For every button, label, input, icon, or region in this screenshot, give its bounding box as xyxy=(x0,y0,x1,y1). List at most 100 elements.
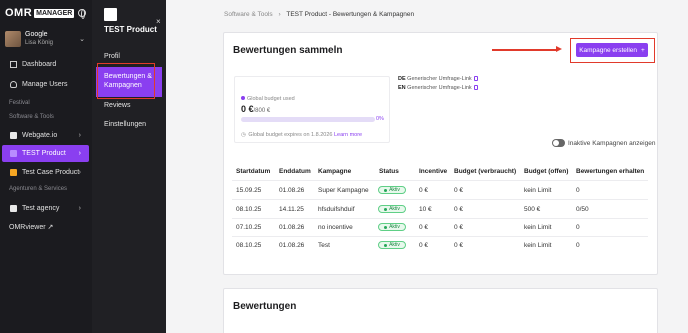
section-title: Bewertungen xyxy=(233,301,297,312)
col-header: Status xyxy=(379,168,399,175)
chevron-right-icon: › xyxy=(78,169,81,176)
external-link-icon: ↗ xyxy=(47,224,54,231)
cell-campaign[interactable]: Super Kampagne xyxy=(318,187,369,194)
breadcrumb-parent[interactable]: Software & Tools xyxy=(224,11,273,18)
cell-end: 01.08.26 xyxy=(279,224,305,231)
product-logo xyxy=(104,8,117,21)
col-header: Enddatum xyxy=(279,168,311,175)
breadcrumb-current: TEST Product - Bewertungen & Kampagnen xyxy=(286,11,415,18)
learn-more-link[interactable]: Learn more xyxy=(334,132,362,138)
divider xyxy=(232,218,648,219)
divider xyxy=(232,180,648,181)
status-badge: Aktiv xyxy=(378,223,406,231)
chevron-down-icon: ⌄ xyxy=(79,36,85,43)
status-badge: Aktiv xyxy=(378,241,406,249)
cell-budget-used: 0 € xyxy=(454,224,464,231)
cell-end: 14.11.25 xyxy=(279,206,304,213)
sidebar-item-dashboard[interactable]: Dashboard xyxy=(2,56,89,73)
product-logo-icon xyxy=(10,150,17,157)
cell-incentive: 0 € xyxy=(419,224,429,231)
cell-budget-used: 0 € xyxy=(454,206,464,213)
col-header: Kampagne xyxy=(318,168,352,175)
users-icon xyxy=(10,81,17,88)
tab-einstellungen[interactable]: Einstellungen xyxy=(104,121,146,128)
plus-icon: + xyxy=(641,46,645,54)
cell-end: 01.08.26 xyxy=(279,187,305,194)
status-badge: Aktiv xyxy=(378,186,406,194)
sidebar-item-label: TEST Product xyxy=(22,150,66,157)
budget-box: Global budget used 0 €/800 € 0% ◷ Global… xyxy=(234,76,390,143)
avatar xyxy=(5,31,21,47)
cell-reviews: 0 xyxy=(576,224,580,231)
col-header: Bewertungen erhalten xyxy=(576,168,645,175)
section-festival[interactable]: Festival xyxy=(9,100,30,106)
sidebar-item-label: Test Case Product xyxy=(22,169,80,176)
annotation-arrow xyxy=(492,49,558,51)
section-title: Bewertungen sammeln xyxy=(233,45,343,56)
sidebar-item-label: Manage Users xyxy=(22,81,68,88)
budget-amount: 0 €/800 € xyxy=(241,104,271,114)
user-org: Google xyxy=(25,31,48,38)
chevron-right-icon: › xyxy=(78,205,81,212)
clock-icon: ◷ xyxy=(241,132,246,138)
cell-budget-used: 0 € xyxy=(454,242,464,249)
sidebar-item-test-product[interactable]: TEST Product › xyxy=(2,145,89,162)
tab-reviews[interactable]: Reviews xyxy=(104,102,130,109)
chevron-right-icon: › xyxy=(78,132,81,139)
globe-icon[interactable] xyxy=(78,9,86,19)
agency-logo-icon xyxy=(10,205,17,212)
cell-reviews: 0 xyxy=(576,187,580,194)
cell-incentive: 10 € xyxy=(419,206,432,213)
sidebar-item-webgate[interactable]: Webgate.io › xyxy=(2,127,89,144)
collect-reviews-card: Bewertungen sammeln xyxy=(223,32,658,275)
cell-start: 07.10.25 xyxy=(236,224,262,231)
sidebar-item-manage-users[interactable]: Manage Users xyxy=(2,76,89,93)
create-campaign-button[interactable]: Kampagne erstellen + xyxy=(576,43,648,57)
cell-incentive: 0 € xyxy=(419,242,429,249)
cell-reviews: 0 xyxy=(576,242,580,249)
survey-link-de[interactable]: DE Generischer Umfrage-Link xyxy=(398,76,479,82)
cell-reviews: 0/50 xyxy=(576,206,589,213)
divider xyxy=(232,236,648,237)
product-logo-icon xyxy=(10,132,17,139)
cell-campaign[interactable]: Test xyxy=(318,242,330,249)
section-agencies[interactable]: Agenturen & Services xyxy=(9,186,67,192)
budget-percent: 0% xyxy=(376,116,384,122)
cell-budget-used: 0 € xyxy=(454,187,464,194)
product-logo-icon xyxy=(10,169,17,176)
col-header: Incentive xyxy=(419,168,448,175)
sidebar-item-label: Webgate.io xyxy=(22,132,58,139)
breadcrumb: Software & Tools › TEST Product - Bewert… xyxy=(224,11,414,18)
status-badge: Aktiv xyxy=(378,205,406,213)
main-sidebar: OMR MANAGER Google Lisa König ⌄ Dashboar… xyxy=(0,0,92,333)
cell-start: 08.10.25 xyxy=(236,242,262,249)
inactive-campaigns-toggle[interactable] xyxy=(552,139,565,147)
cell-campaign[interactable]: hfsduifshduif xyxy=(318,206,355,213)
omrviewer-link[interactable]: OMRviewer ↗ xyxy=(9,223,53,231)
grid-icon xyxy=(10,61,17,68)
sidebar-item-test-agency[interactable]: Test agency › xyxy=(2,200,89,217)
product-title: TEST Product xyxy=(104,25,157,34)
breadcrumb-separator: › xyxy=(278,11,281,18)
omr-logo[interactable]: OMR MANAGER xyxy=(5,7,75,19)
tab-profil[interactable]: Profil xyxy=(104,53,120,60)
annotation-arrowhead xyxy=(556,46,562,52)
cell-campaign[interactable]: no incentive xyxy=(318,224,353,231)
budget-expiry: ◷ Global budget expires on 1.8.2026 Lear… xyxy=(241,132,363,138)
survey-link-en[interactable]: EN Generischer Umfrage-Link xyxy=(398,85,479,91)
user-switcher[interactable]: Google Lisa König ⌄ xyxy=(5,29,87,49)
cell-budget-open: kein Limit xyxy=(524,242,552,249)
product-panel: × TEST Product Profil Reviews Einstellun… xyxy=(92,0,166,333)
sidebar-item-test-case-product[interactable]: Test Case Product › xyxy=(2,164,89,181)
highlight-box xyxy=(97,63,155,99)
col-header: Startdatum xyxy=(236,168,271,175)
logo-text: OMR xyxy=(5,7,33,19)
copy-icon[interactable] xyxy=(474,76,479,81)
cell-start: 08.10.25 xyxy=(236,206,262,213)
button-label: Kampagne erstellen xyxy=(579,46,638,54)
copy-icon[interactable] xyxy=(474,85,479,90)
sidebar-item-label: Test agency xyxy=(22,205,60,212)
section-software[interactable]: Software & Tools xyxy=(9,114,54,120)
cell-budget-open: kein Limit xyxy=(524,187,552,194)
budget-used-label: Global budget used xyxy=(241,96,295,102)
